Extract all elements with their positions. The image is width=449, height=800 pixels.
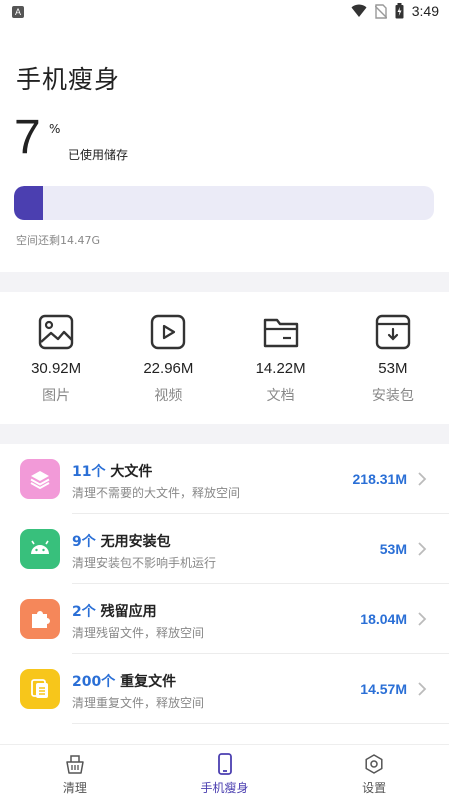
storage-progress-bar xyxy=(14,186,434,220)
category-label: 图片 xyxy=(42,388,71,404)
remaining-space: 空间还剩14.47G xyxy=(16,234,101,247)
nav-item-clean[interactable]: 清理 xyxy=(0,745,150,800)
cleanup-list: 11个 大文件 清理不需要的大文件，释放空间 218.31M 9个 无用安装包 … xyxy=(0,444,449,744)
item-description: 清理不需要的大文件，释放空间 xyxy=(72,486,241,500)
item-title: 9个 无用安装包 xyxy=(72,531,171,551)
status-time: 3:49 xyxy=(411,3,439,19)
item-description: 清理残留文件，释放空间 xyxy=(72,626,205,640)
storage-overview: 手机瘦身 7 % 已使用储存 空间还剩14.47G xyxy=(0,26,449,272)
item-count: 2个 xyxy=(72,604,96,620)
list-item-large-files[interactable]: 11个 大文件 清理不需要的大文件，释放空间 218.31M xyxy=(0,444,449,514)
no-sim-icon xyxy=(374,3,387,19)
android-icon xyxy=(20,529,60,569)
category-size: 14.22M xyxy=(255,360,306,377)
folder-icon xyxy=(263,318,298,348)
category-label: 视频 xyxy=(154,388,183,404)
used-storage-label: 已使用储存 xyxy=(68,148,129,162)
category-label: 安装包 xyxy=(371,388,414,404)
item-size: 14.57M xyxy=(360,681,407,697)
item-description: 清理安装包不影响手机运行 xyxy=(72,556,217,570)
item-name: 残留应用 xyxy=(100,604,157,620)
storage-progress-fill xyxy=(14,186,44,220)
item-count: 200个 xyxy=(72,674,116,690)
item-name: 大文件 xyxy=(110,464,153,480)
gear-icon xyxy=(365,754,383,774)
list-item-useless-packages[interactable]: 9个 无用安装包 清理安装包不影响手机运行 53M xyxy=(0,514,449,584)
item-title: 200个 重复文件 xyxy=(72,671,176,691)
item-title: 2个 残留应用 xyxy=(72,601,157,621)
item-count: 9个 xyxy=(72,534,96,550)
chevron-right-icon xyxy=(418,472,427,486)
layers-icon xyxy=(20,459,60,499)
category-size: 53M xyxy=(378,360,408,377)
file-categories: 30.92M 图片 22.96M 视频 14.22M 文档 53M 安装包 xyxy=(0,292,449,424)
category-size: 30.92M xyxy=(31,360,82,377)
video-icon xyxy=(151,314,186,350)
used-percent-value: 7 xyxy=(14,111,41,164)
phone-icon xyxy=(217,753,232,775)
item-size: 218.31M xyxy=(352,471,407,487)
item-title: 11个 大文件 xyxy=(72,461,152,481)
category-size: 22.96M xyxy=(143,360,194,377)
notification-icon: A xyxy=(12,6,24,18)
package-icon xyxy=(375,314,411,350)
copy-icon xyxy=(20,669,60,709)
item-size: 53M xyxy=(379,541,407,557)
category-videos[interactable]: 22.96M 视频 xyxy=(112,292,224,424)
wifi-icon xyxy=(351,4,367,17)
item-name: 无用安装包 xyxy=(100,534,171,550)
divider xyxy=(72,723,449,724)
nav-item-phone-slim[interactable]: 手机瘦身 xyxy=(150,745,300,800)
nav-label: 设置 xyxy=(362,781,387,795)
nav-label: 手机瘦身 xyxy=(200,781,249,795)
chevron-right-icon xyxy=(418,612,427,626)
item-count: 11个 xyxy=(72,464,106,480)
page-title: 手机瘦身 xyxy=(16,65,121,94)
item-description: 清理重复文件，释放空间 xyxy=(72,696,205,710)
battery-icon xyxy=(395,3,404,19)
item-size: 18.04M xyxy=(360,611,407,627)
bottom-nav: 清理 手机瘦身 设置 xyxy=(0,744,449,800)
chevron-right-icon xyxy=(418,682,427,696)
puzzle-icon xyxy=(20,599,60,639)
nav-item-settings[interactable]: 设置 xyxy=(299,745,449,800)
status-icons: 3:49 xyxy=(351,3,439,19)
item-name: 重复文件 xyxy=(120,674,177,690)
percent-sign: % xyxy=(49,122,61,136)
image-icon xyxy=(38,314,74,350)
category-packages[interactable]: 53M 安装包 xyxy=(337,292,449,424)
category-label: 文档 xyxy=(266,388,295,404)
list-item-residual-apps[interactable]: 2个 残留应用 清理残留文件，释放空间 18.04M xyxy=(0,584,449,654)
chevron-right-icon xyxy=(418,542,427,556)
category-documents[interactable]: 14.22M 文档 xyxy=(225,292,337,424)
status-bar: A 3:49 xyxy=(0,0,449,26)
basket-icon xyxy=(66,755,84,774)
nav-label: 清理 xyxy=(62,781,87,795)
category-images[interactable]: 30.92M 图片 xyxy=(0,292,112,424)
list-item-duplicate-files[interactable]: 200个 重复文件 清理重复文件，释放空间 14.57M xyxy=(0,654,449,724)
